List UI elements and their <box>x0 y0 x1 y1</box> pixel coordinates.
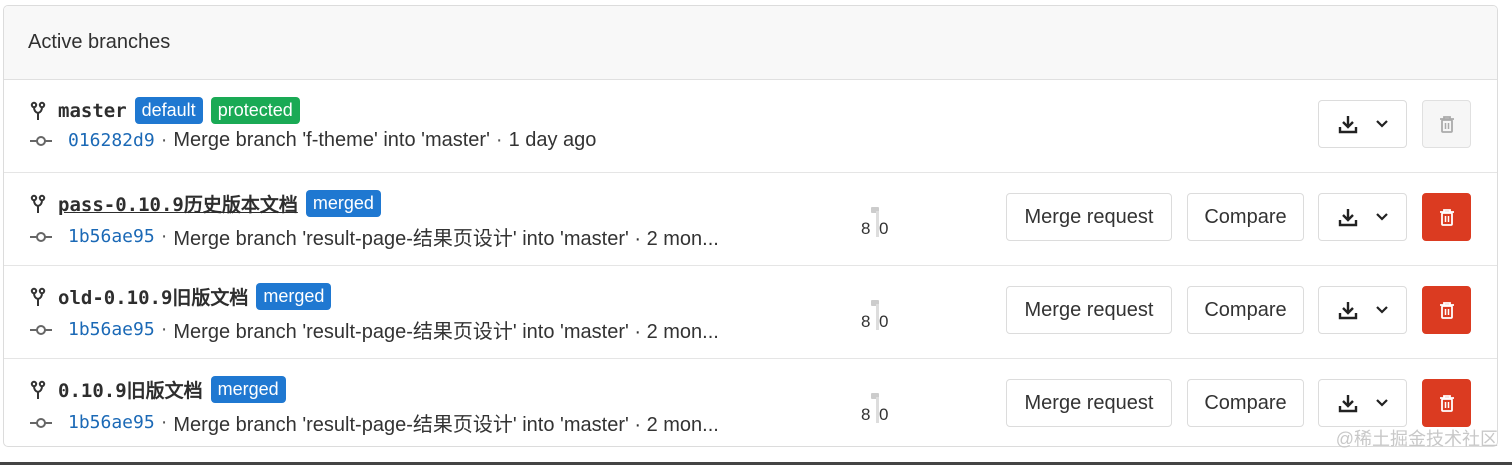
commits-ahead-count: 0 <box>879 219 889 238</box>
commit-title[interactable]: Merge branch 'result-page-结果页设计' into 'm… <box>173 315 718 344</box>
commit-sha-link[interactable]: 016282d9 <box>68 130 155 151</box>
branch-name[interactable]: 0.10.9旧版文档 <box>58 376 203 403</box>
separator: · <box>160 129 168 151</box>
trash-icon <box>1439 301 1455 319</box>
commit-sha-link[interactable]: 1b56ae95 <box>68 226 155 247</box>
commit-title[interactable]: Merge branch 'f-theme' into 'master' <box>173 129 490 152</box>
download-dropdown-button[interactable] <box>1318 286 1407 334</box>
compare-button[interactable]: Compare <box>1187 193 1304 241</box>
separator: · <box>495 129 503 151</box>
chevron-down-icon <box>1375 120 1388 128</box>
download-dropdown-button[interactable] <box>1318 379 1407 427</box>
commit-icon <box>30 416 52 430</box>
download-dropdown-button[interactable] <box>1318 193 1407 241</box>
branch-icon <box>30 287 48 307</box>
commits-behind-count: 8 <box>861 405 871 424</box>
protected-badge: protected <box>210 97 300 124</box>
branch-name[interactable]: pass-0.10.9历史版本文档 <box>58 190 298 217</box>
merged-badge: merged <box>256 283 332 310</box>
commit-icon <box>30 134 52 148</box>
download-icon <box>1338 114 1358 134</box>
trash-icon <box>1439 208 1455 226</box>
merge-request-button[interactable]: Merge request <box>1006 193 1172 241</box>
commits-behind-count: 8 <box>861 219 871 238</box>
default-badge: default <box>134 97 203 124</box>
branch-row: old-0.10.9旧版文档 merged 1b56ae95 · Merge b… <box>4 266 1497 359</box>
divergence-graph: 8 0 <box>859 300 899 331</box>
compare-button[interactable]: Compare <box>1187 286 1304 334</box>
commit-time: 1 day ago <box>508 129 597 151</box>
download-icon <box>1338 207 1358 227</box>
separator: · <box>160 225 168 247</box>
commit-icon <box>30 323 52 337</box>
commits-ahead-count: 0 <box>879 312 889 331</box>
trash-icon <box>1439 394 1455 412</box>
download-icon <box>1338 300 1358 320</box>
delete-branch-button[interactable] <box>1422 193 1471 241</box>
active-branches-panel: Active branches master default protected… <box>3 5 1498 447</box>
commits-ahead-count: 0 <box>879 405 889 424</box>
branch-name[interactable]: master <box>58 100 127 122</box>
download-icon <box>1338 393 1358 413</box>
commits-behind-count: 8 <box>861 312 871 331</box>
branch-icon <box>30 194 48 214</box>
chevron-down-icon <box>1375 306 1388 314</box>
divergence-graph: 8 0 <box>859 207 899 238</box>
chevron-down-icon <box>1375 213 1388 221</box>
watermark: @稀土掘金技术社区 <box>1335 429 1498 449</box>
merge-request-button[interactable]: Merge request <box>1006 379 1172 427</box>
chevron-down-icon <box>1375 399 1388 407</box>
trash-icon <box>1439 115 1455 133</box>
commit-title[interactable]: Merge branch 'result-page-结果页设计' into 'm… <box>173 222 718 251</box>
divergence-graph: 8 0 <box>859 393 899 424</box>
separator: · <box>160 318 168 340</box>
panel-header: Active branches <box>4 6 1497 80</box>
delete-branch-button[interactable] <box>1422 379 1471 427</box>
branch-row: 0.10.9旧版文档 merged 1b56ae95 · Merge branc… <box>4 359 1497 446</box>
merged-badge: merged <box>305 190 381 217</box>
commit-sha-link[interactable]: 1b56ae95 <box>68 319 155 340</box>
merged-badge: merged <box>210 376 286 403</box>
branch-name[interactable]: old-0.10.9旧版文档 <box>58 283 248 310</box>
branch-icon <box>30 380 48 400</box>
compare-button[interactable]: Compare <box>1187 379 1304 427</box>
separator: · <box>160 411 168 433</box>
commit-icon <box>30 230 52 244</box>
commit-title[interactable]: Merge branch 'result-page-结果页设计' into 'm… <box>173 408 718 437</box>
download-dropdown-button[interactable] <box>1318 100 1407 148</box>
delete-branch-button[interactable] <box>1422 100 1471 148</box>
branch-icon <box>30 101 48 121</box>
branch-row: master default protected 016282d9 · Merg… <box>4 80 1497 173</box>
commit-sha-link[interactable]: 1b56ae95 <box>68 412 155 433</box>
branch-row: pass-0.10.9历史版本文档 merged 1b56ae95 · Merg… <box>4 173 1497 266</box>
panel-title: Active branches <box>28 31 171 53</box>
delete-branch-button[interactable] <box>1422 286 1471 334</box>
merge-request-button[interactable]: Merge request <box>1006 286 1172 334</box>
